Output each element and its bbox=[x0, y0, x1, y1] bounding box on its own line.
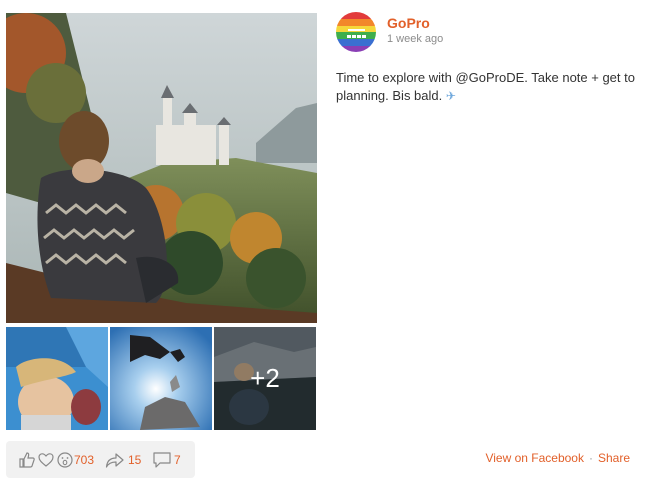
share-count[interactable]: 15 bbox=[128, 453, 141, 467]
main-photo[interactable] bbox=[6, 13, 317, 323]
like-icon bbox=[19, 452, 35, 468]
gallery-thumbnail[interactable] bbox=[110, 327, 212, 430]
view-on-facebook-link[interactable]: View on Facebook bbox=[485, 451, 584, 465]
reactions-bar: 703 15 7 bbox=[6, 441, 195, 478]
share-icon[interactable] bbox=[105, 451, 125, 474]
gallery-thumbnail-more[interactable]: +2 bbox=[214, 327, 316, 430]
facebook-post-card: +2 GoPro 1 week ago Time to explore with… bbox=[0, 0, 656, 490]
post-text-body: Time to explore with @GoProDE. Take note… bbox=[336, 70, 635, 103]
post-timestamp[interactable]: 1 week ago bbox=[387, 33, 443, 45]
author-name-link[interactable]: GoPro bbox=[387, 15, 430, 31]
wow-icon bbox=[57, 452, 73, 468]
gallery-thumbnail[interactable] bbox=[6, 327, 108, 430]
comment-count[interactable]: 7 bbox=[174, 453, 181, 467]
more-photos-count: +2 bbox=[214, 327, 316, 430]
airplane-icon: ✈ bbox=[445, 89, 456, 103]
footer-links: View on Facebook · Share bbox=[485, 451, 630, 465]
post-text: Time to explore with @GoProDE. Take note… bbox=[336, 69, 636, 105]
love-icon bbox=[38, 453, 54, 467]
reaction-icons[interactable] bbox=[18, 451, 74, 469]
reaction-count[interactable]: 703 bbox=[74, 453, 94, 467]
comment-icon[interactable] bbox=[152, 451, 172, 474]
share-link[interactable]: Share bbox=[598, 451, 630, 465]
footer-separator: · bbox=[588, 451, 593, 465]
author-avatar[interactable] bbox=[336, 12, 376, 52]
